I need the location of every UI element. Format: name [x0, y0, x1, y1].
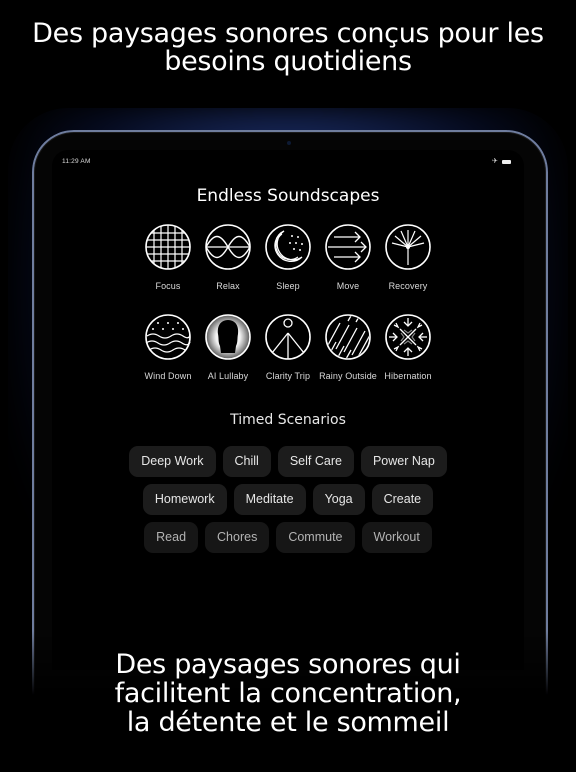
soundscape-recovery[interactable]: Recovery: [378, 223, 438, 291]
soundscape-hibernation[interactable]: Hibernation: [378, 313, 438, 381]
soundscape-focus[interactable]: Focus: [138, 223, 198, 291]
soundscape-clarity-trip[interactable]: Clarity Trip: [258, 313, 318, 381]
status-icons: ✈: [492, 158, 511, 165]
soundscape-label: Move: [336, 281, 360, 291]
scenario-workout[interactable]: Workout: [361, 522, 432, 553]
rain-icon: [325, 314, 371, 360]
status-time: 11:29 AM: [62, 158, 91, 165]
grid-globe-icon: [145, 224, 191, 270]
scenario-read[interactable]: Read: [144, 522, 199, 553]
moon-stars-icon: [265, 224, 311, 270]
scenario-commute[interactable]: Commute: [276, 522, 355, 553]
soundscape-row-1: Focus Relax Sleep Move Recovery: [138, 223, 438, 291]
top-headline: Des paysages sonores conçus pour les bes…: [32, 18, 544, 77]
soundscape-move[interactable]: Move: [318, 223, 378, 291]
soundscape-label: Clarity Trip: [265, 371, 311, 381]
scenario-create[interactable]: Create: [371, 484, 434, 515]
scenario-yoga[interactable]: Yoga: [312, 484, 365, 515]
battery-icon: [501, 159, 511, 164]
soundscape-rainy-outside[interactable]: Rainy Outside: [318, 313, 378, 381]
soundscape-wind-down[interactable]: Wind Down: [138, 313, 198, 381]
figure-icon: [265, 314, 311, 360]
scenario-self-care[interactable]: Self Care: [277, 446, 354, 477]
scenario-homework[interactable]: Homework: [142, 484, 227, 515]
arrows-icon: [325, 224, 371, 270]
wave-icon: [205, 224, 251, 270]
airplane-icon: ✈: [492, 158, 498, 165]
snowflake-icon: [385, 314, 431, 360]
bottom-headline: Des paysages sonores qui facilitent la c…: [114, 649, 462, 738]
soundscape-label: AI Lullaby: [207, 371, 249, 381]
soundscape-relax[interactable]: Relax: [198, 223, 258, 291]
soundscape-row-2: Wind Down AI Lullaby Clarity Trip Rainy …: [138, 313, 438, 381]
soundscape-sleep[interactable]: Sleep: [258, 223, 318, 291]
dots-waves-icon: [145, 314, 191, 360]
soundscape-label: Recovery: [388, 281, 428, 291]
scenario-chill[interactable]: Chill: [222, 446, 271, 477]
soundscape-ai-lullaby[interactable]: AI Lullaby: [198, 313, 258, 381]
soundscapes-title: Endless Soundscapes: [196, 186, 380, 206]
camera-dot: [287, 141, 291, 145]
scenario-power-nap[interactable]: Power Nap: [360, 446, 447, 477]
soundscape-label: Relax: [216, 281, 240, 291]
scenario-row-1: Deep Work Chill Self Care Power Nap: [0, 446, 576, 477]
soundscape-label: Sleep: [276, 281, 300, 291]
scenario-meditate[interactable]: Meditate: [233, 484, 306, 515]
soundscape-label: Hibernation: [384, 371, 432, 381]
scenarios-title: Timed Scenarios: [230, 412, 346, 428]
soundscape-label: Focus: [155, 281, 181, 291]
scenario-row-2: Homework Meditate Yoga Create: [0, 484, 576, 515]
soundscape-label: Wind Down: [144, 371, 192, 381]
head-silhouette-icon: [205, 314, 251, 360]
scenario-row-3: Read Chores Commute Workout: [0, 522, 576, 553]
scenario-chores[interactable]: Chores: [205, 522, 270, 553]
dandelion-icon: [385, 224, 431, 270]
soundscape-label: Rainy Outside: [319, 371, 377, 381]
scenario-deep-work[interactable]: Deep Work: [129, 446, 216, 477]
